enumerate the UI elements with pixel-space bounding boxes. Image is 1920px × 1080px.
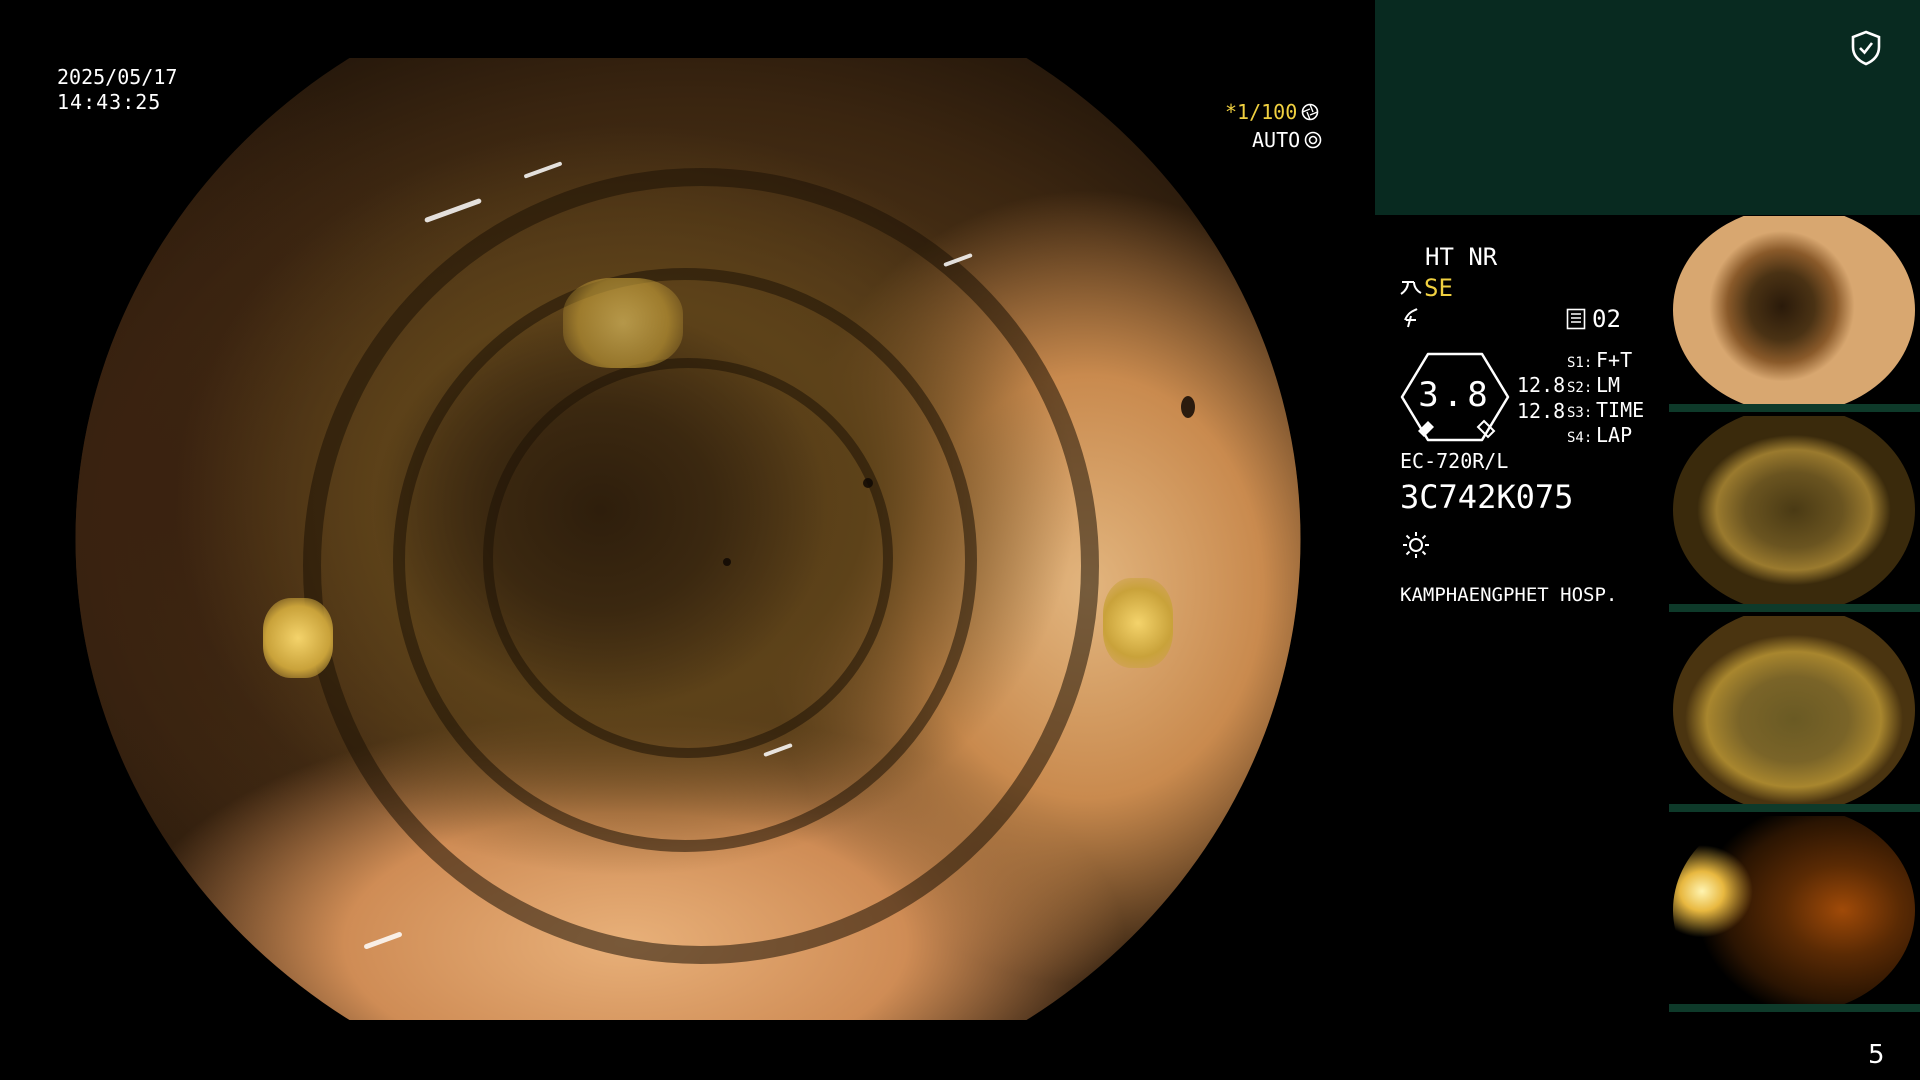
shutter-indicator: *1/100 — [1225, 99, 1319, 125]
se-indicator: SE — [1400, 275, 1453, 301]
aperture-icon — [1301, 103, 1319, 121]
iris-label: AUTO — [1252, 128, 1301, 152]
switch-key: S3: — [1567, 405, 1593, 421]
switch-key: S2: — [1567, 380, 1593, 396]
iris-indicator: AUTO — [1252, 127, 1322, 153]
thumbnail-image — [1673, 416, 1915, 604]
haustral-fold — [483, 358, 893, 758]
thumbnail-image — [1673, 616, 1915, 804]
switch-row: S3: TIME — [1567, 398, 1644, 423]
switch-list: S1: F+T S2: LM S3: TIME S4: LAP — [1567, 348, 1644, 448]
mucosa-spot — [1181, 396, 1195, 418]
thumbnail-footer — [1669, 604, 1920, 612]
thumbnail-image — [1673, 816, 1915, 1004]
thumbnail-footer — [1669, 1004, 1920, 1012]
thumbnail-image — [1673, 216, 1915, 404]
sun-icon — [1403, 532, 1429, 558]
shield-check-icon — [1851, 30, 1881, 66]
thumbnail-footer — [1669, 404, 1920, 412]
time-label: 14:43:25 — [57, 90, 162, 114]
gauge-left-value: 12.8 — [1517, 373, 1566, 397]
switch-value: LAP — [1596, 423, 1633, 447]
debris — [263, 598, 333, 678]
mucosa-spot — [723, 558, 731, 566]
scope-model: EC-720R/L — [1400, 449, 1509, 473]
thumbnail-strip — [1669, 216, 1920, 1016]
page-number: 5 — [1868, 1040, 1885, 1070]
thumbnail[interactable] — [1669, 616, 1920, 812]
scope-gauge: 3.8 — [1400, 351, 1510, 443]
scope-serial: 3C742K075 — [1400, 478, 1574, 516]
debris — [1103, 578, 1173, 668]
mucosa-spot — [863, 478, 873, 488]
switch-row: S1: F+T — [1567, 348, 1644, 373]
shutter-label: *1/100 — [1225, 100, 1298, 124]
gauge-value: 3.8 — [1418, 375, 1492, 415]
record-number: 02 — [1592, 305, 1621, 333]
se-label: SE — [1424, 274, 1453, 302]
endoscope-view — [75, 58, 1301, 1020]
hospital-name: KAMPHAENGPHET HOSP. — [1400, 584, 1618, 606]
ht-nr-label: HT NR — [1425, 243, 1498, 271]
gauge-right-value: 12.8 — [1517, 399, 1566, 423]
record-indicator: 02 — [1566, 306, 1621, 332]
debris — [563, 278, 683, 368]
structure-enhance-icon — [1400, 281, 1422, 295]
thumbnail[interactable] — [1669, 216, 1920, 412]
thumbnail[interactable] — [1669, 816, 1920, 1012]
switch-value: F+T — [1596, 348, 1633, 372]
thumbnail[interactable] — [1669, 416, 1920, 612]
switch-key: S4: — [1567, 430, 1593, 446]
switch-value: TIME — [1596, 398, 1645, 422]
switch-key: S1: — [1567, 355, 1593, 371]
switch-row: S4: LAP — [1567, 423, 1644, 448]
record-icon — [1566, 308, 1586, 330]
capture-panel — [1375, 0, 1920, 215]
switch-row: S2: LM — [1567, 373, 1644, 398]
iris-icon — [1304, 131, 1322, 149]
date-label: 2025/05/17 — [57, 65, 178, 89]
switch-value: LM — [1596, 373, 1621, 397]
freeze-icon — [1404, 308, 1418, 328]
thumbnail-footer — [1669, 804, 1920, 812]
